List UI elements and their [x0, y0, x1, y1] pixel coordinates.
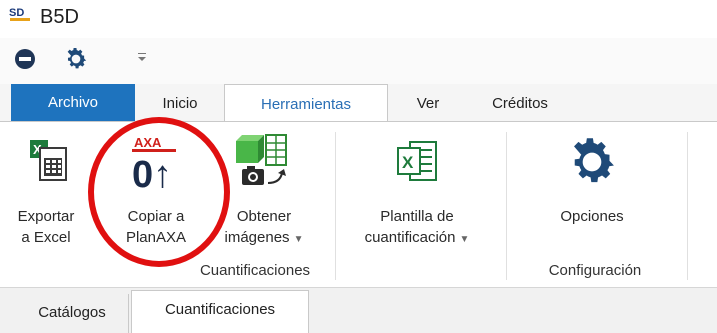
- quick-access-toolbar: [0, 38, 717, 84]
- dropdown-arrow-icon: ▼: [459, 234, 470, 245]
- export-excel-label-line1: Exportar: [17, 208, 75, 225]
- get-images-button[interactable]: Obtener imágenes ▼: [212, 206, 316, 250]
- excel-template-icon[interactable]: X: [396, 140, 438, 184]
- app-logo-icon: SD: [9, 5, 33, 25]
- options-label: Opciones: [560, 208, 624, 225]
- export-excel-button[interactable]: Exportar a Excel: [8, 206, 84, 248]
- quantification-template-button[interactable]: Plantilla de cuantificación ▼: [348, 206, 486, 250]
- group-separator: [506, 132, 507, 280]
- get-images-label-line2: imágenes: [224, 229, 290, 246]
- gear-icon[interactable]: [63, 46, 89, 72]
- tab-ver[interactable]: Ver: [396, 84, 460, 121]
- customize-dropdown-icon[interactable]: [137, 50, 147, 64]
- window-title: B5D: [40, 6, 79, 28]
- get-images-icon[interactable]: [232, 133, 294, 195]
- template-label-line1: Plantilla de: [380, 208, 454, 225]
- excel-export-icon[interactable]: X: [28, 138, 72, 184]
- gear-icon[interactable]: [564, 134, 620, 190]
- svg-text:X: X: [402, 153, 414, 172]
- highlight-circle: [88, 117, 230, 267]
- group-separator: [335, 132, 336, 280]
- export-excel-label-line2: a Excel: [21, 229, 71, 246]
- group-separator: [687, 132, 688, 280]
- svg-text:SD: SD: [9, 7, 24, 19]
- tab-inicio[interactable]: Inicio: [140, 84, 220, 121]
- tab-archivo[interactable]: Archivo: [11, 84, 135, 121]
- minus-circle-icon[interactable]: [14, 48, 36, 70]
- tab-creditos[interactable]: Créditos: [470, 84, 570, 121]
- options-button[interactable]: Opciones: [540, 206, 644, 227]
- tab-catalogos[interactable]: Catálogos: [16, 294, 129, 333]
- group-label-cuantificaciones: Cuantificaciones: [199, 262, 311, 279]
- group-label-configuracion: Configuración: [548, 262, 642, 279]
- tab-herramientas[interactable]: Herramientas: [224, 84, 388, 122]
- dropdown-arrow-icon: ▼: [293, 234, 304, 245]
- template-label-line2: cuantificación: [364, 229, 456, 246]
- tab-cuantificaciones[interactable]: Cuantificaciones: [131, 290, 309, 333]
- title-bar: [0, 0, 717, 38]
